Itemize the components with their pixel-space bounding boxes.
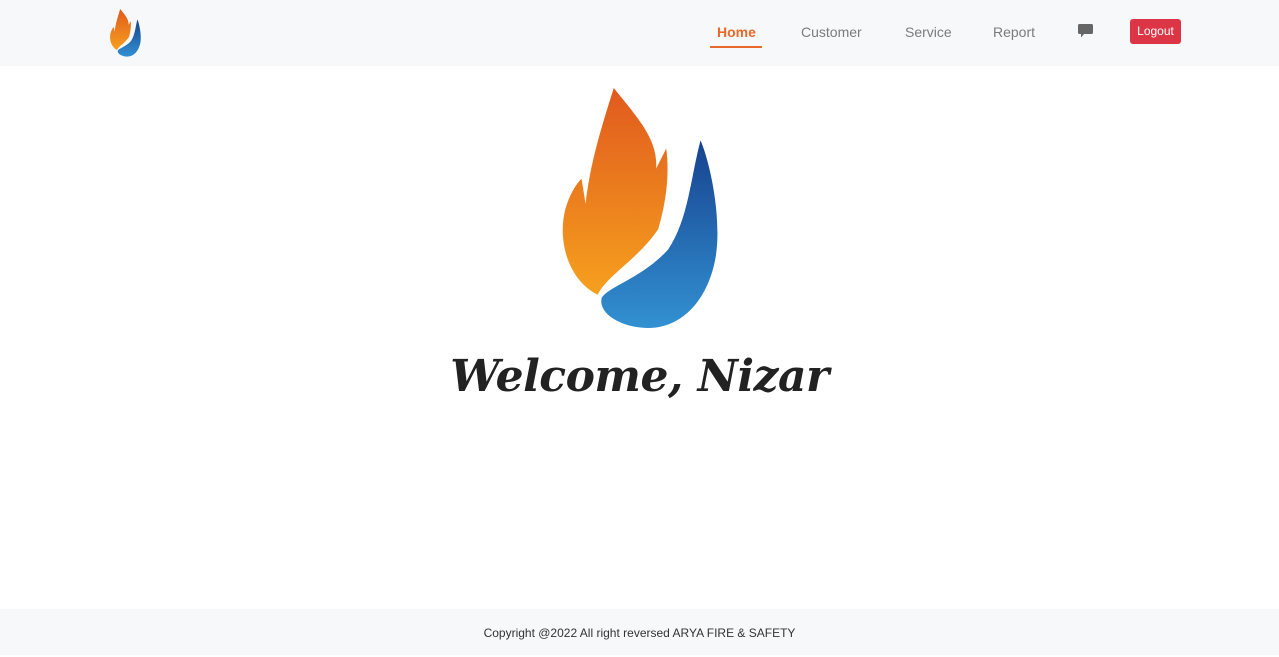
hero-logo: [556, 88, 720, 330]
nav-home[interactable]: Home: [717, 23, 756, 41]
footer: Copyright @2022 All right reversed ARYA …: [0, 609, 1279, 655]
nav-active-indicator: [710, 46, 762, 48]
navbar: Home Customer Service Report Logout: [0, 0, 1279, 66]
flame-logo-icon: [110, 9, 141, 57]
chat-bubble-icon[interactable]: [1078, 24, 1093, 38]
flame-water-logo-icon: [562, 88, 718, 328]
logout-button[interactable]: Logout: [1130, 19, 1181, 44]
copyright-text: Copyright @2022 All right reversed ARYA …: [483, 626, 796, 640]
nav-report[interactable]: Report: [993, 23, 1035, 41]
brand-logo[interactable]: [108, 9, 142, 57]
nav-customer[interactable]: Customer: [801, 23, 862, 41]
nav-service[interactable]: Service: [905, 23, 952, 41]
welcome-heading: Welcome, Nizar: [450, 351, 829, 402]
